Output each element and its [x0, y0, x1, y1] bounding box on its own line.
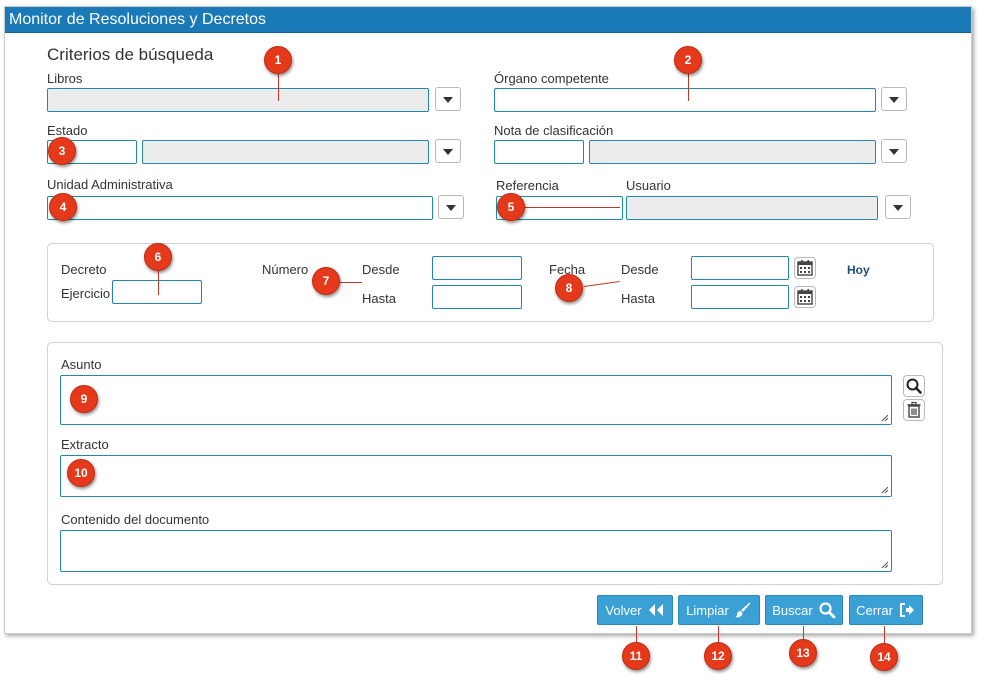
- window-title: Monitor de Resoluciones y Decretos: [5, 7, 971, 33]
- contenido-textarea[interactable]: [60, 530, 892, 572]
- calendar-icon: [797, 289, 813, 305]
- ejercicio-field[interactable]: [112, 280, 202, 304]
- chevron-down-icon: [443, 149, 453, 155]
- resize-grip-icon[interactable]: [881, 414, 889, 422]
- chevron-down-icon: [443, 97, 453, 103]
- resize-grip-icon[interactable]: [881, 561, 889, 569]
- libros-dropdown-button[interactable]: [435, 87, 461, 111]
- numero-desde-label: Desde: [362, 262, 400, 277]
- resize-grip-icon[interactable]: [881, 486, 889, 494]
- calendar-icon: [797, 260, 813, 276]
- volver-button[interactable]: Volver: [597, 595, 673, 625]
- numero-hasta-field[interactable]: [432, 285, 522, 309]
- asunto-clear-button[interactable]: [903, 399, 925, 421]
- trash-icon: [907, 401, 921, 418]
- callout-badge-6: 6: [144, 243, 172, 271]
- calendar-hasta-button[interactable]: [794, 286, 816, 308]
- usuario-dropdown-button[interactable]: [885, 195, 911, 219]
- asunto-textarea[interactable]: [60, 375, 892, 425]
- callout-badge-11: 11: [622, 642, 650, 670]
- numero-hasta-label: Hasta: [362, 291, 396, 306]
- callout-badge-7: 7: [312, 267, 340, 295]
- search-icon: [819, 602, 836, 619]
- organo-field[interactable]: [494, 88, 876, 112]
- usuario-field[interactable]: [626, 196, 878, 220]
- nota-dropdown-button[interactable]: [881, 139, 907, 163]
- calendar-desde-button[interactable]: [794, 257, 816, 279]
- extracto-textarea[interactable]: [60, 455, 892, 497]
- limpiar-label: Limpiar: [686, 602, 729, 618]
- usuario-label: Usuario: [626, 178, 671, 193]
- nota-description-field[interactable]: [589, 140, 876, 164]
- callout-badge-10: 10: [67, 459, 95, 487]
- fecha-hasta-label: Hasta: [621, 291, 655, 306]
- unidad-dropdown-button[interactable]: [438, 195, 464, 219]
- estado-label: Estado: [47, 123, 88, 138]
- double-chevron-left-icon: [648, 604, 663, 616]
- ejercicio-label: Ejercicio: [61, 286, 111, 301]
- callout-6-leader: [158, 270, 159, 295]
- nota-code-field[interactable]: [494, 140, 584, 164]
- buscar-label: Buscar: [772, 602, 813, 618]
- estado-description-field[interactable]: [142, 140, 429, 164]
- decreto-label: Decreto: [61, 262, 107, 277]
- chevron-down-icon: [889, 97, 899, 103]
- unidad-label: Unidad Administrativa: [47, 177, 173, 192]
- cerrar-label: Cerrar: [856, 602, 893, 618]
- extracto-label: Extracto: [61, 437, 109, 452]
- unidad-field[interactable]: [47, 196, 433, 220]
- hoy-link[interactable]: Hoy: [847, 263, 870, 277]
- callout-5-leader: [510, 207, 620, 208]
- asunto-label: Asunto: [61, 357, 102, 372]
- callout-badge-3: 3: [48, 137, 76, 165]
- callout-badge-2: 2: [674, 46, 702, 74]
- criteria-heading: Criterios de búsqueda: [47, 45, 214, 64]
- numero-desde-field[interactable]: [432, 256, 522, 280]
- callout-badge-1: 1: [264, 46, 292, 74]
- chevron-down-icon: [893, 205, 903, 211]
- nota-label: Nota de clasificación: [494, 123, 614, 138]
- callout-7-leader: [340, 282, 362, 283]
- cerrar-button[interactable]: Cerrar: [849, 595, 923, 625]
- limpiar-button[interactable]: Limpiar: [678, 595, 760, 625]
- brush-icon: [734, 602, 751, 618]
- fecha-desde-field[interactable]: [691, 256, 789, 280]
- volver-label: Volver: [605, 602, 642, 618]
- contenido-label: Contenido del documento: [61, 512, 210, 527]
- numero-label: Número: [262, 262, 309, 277]
- callout-badge-14: 14: [870, 643, 898, 671]
- search-icon: [906, 378, 922, 394]
- callout-badge-13: 13: [789, 639, 817, 667]
- exit-icon: [899, 603, 914, 617]
- callout-2-leader: [688, 72, 689, 101]
- fecha-hasta-field[interactable]: [691, 285, 789, 309]
- callout-badge-5: 5: [497, 193, 525, 221]
- organo-dropdown-button[interactable]: [881, 87, 907, 111]
- callout-badge-4: 4: [49, 193, 77, 221]
- monitor-window: Monitor de Resoluciones y Decretos Crite…: [4, 6, 972, 634]
- callout-badge-8: 8: [555, 274, 583, 302]
- organo-label: Órgano competente: [494, 71, 609, 86]
- asunto-search-button[interactable]: [903, 375, 925, 397]
- libros-field[interactable]: [47, 88, 429, 112]
- callout-badge-9: 9: [70, 385, 98, 413]
- chevron-down-icon: [446, 205, 456, 211]
- callout-badge-12: 12: [704, 642, 732, 670]
- referencia-label: Referencia: [496, 178, 559, 193]
- libros-label: Libros: [47, 71, 83, 86]
- chevron-down-icon: [889, 149, 899, 155]
- buscar-button[interactable]: Buscar: [765, 595, 843, 625]
- fecha-desde-label: Desde: [621, 262, 659, 277]
- estado-dropdown-button[interactable]: [435, 139, 461, 163]
